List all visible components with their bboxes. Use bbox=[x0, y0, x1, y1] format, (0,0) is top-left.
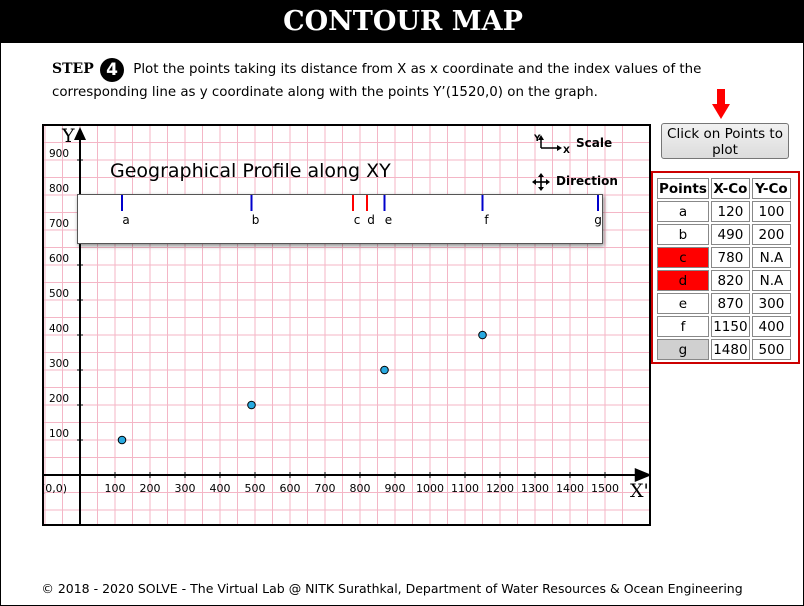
y-tick-label: 200 bbox=[49, 393, 69, 405]
x-coordinate-cell: 120 bbox=[710, 201, 750, 222]
profile-title: Geographical Profile along XY bbox=[110, 160, 391, 182]
y-tick-label: 400 bbox=[49, 323, 69, 335]
page-frame: CONTOUR MAP STEP 4 Plot the points takin… bbox=[0, 0, 804, 606]
y-tick-label: 600 bbox=[49, 253, 69, 265]
x-tick-label: 1200 bbox=[486, 482, 514, 495]
y-coordinate-cell: N.A bbox=[751, 270, 791, 291]
profile-mark-label: e bbox=[385, 213, 392, 227]
x-coordinate-cell: 780 bbox=[710, 247, 750, 268]
point-cell[interactable]: c bbox=[657, 247, 709, 268]
point-cell[interactable]: a bbox=[657, 201, 709, 222]
table-row: d 820 N.A bbox=[657, 270, 791, 291]
point-cell[interactable]: b bbox=[657, 224, 709, 245]
profile-strip: a b cde f g bbox=[77, 194, 603, 244]
direction-label: Direction bbox=[556, 174, 618, 188]
profile-mark-label: g bbox=[594, 213, 602, 227]
x-axis-label: X' bbox=[630, 480, 649, 502]
profile-mark-label: c bbox=[354, 213, 361, 227]
instruction-body: Plot the points taking its distance from… bbox=[52, 62, 702, 100]
footer-copyright: © 2018 - 2020 SOLVE - The Virtual Lab @ … bbox=[41, 581, 743, 596]
y-coordinate-cell: 400 bbox=[751, 316, 791, 337]
y-coordinate-cell: 100 bbox=[751, 201, 791, 222]
column-header-points: Points bbox=[657, 178, 709, 199]
scale-label: Scale bbox=[576, 136, 613, 150]
x-tick-label: 400 bbox=[210, 482, 231, 495]
x-tick-label: 600 bbox=[280, 482, 301, 495]
point-cell[interactable]: g bbox=[657, 339, 709, 360]
table-row: f 1150 400 bbox=[657, 316, 791, 337]
y-tick-label: 100 bbox=[49, 428, 69, 440]
scale-y-label: Y bbox=[533, 134, 541, 144]
arrow-down-icon bbox=[712, 89, 730, 119]
x-tick-label: 1000 bbox=[416, 482, 444, 495]
x-tick-label: 1100 bbox=[451, 482, 479, 495]
graph-area[interactable]: 100 200 300 400 500 600 700 800 900 1000 1100 1200 1… bbox=[42, 124, 651, 526]
y-coordinate-cell: N.A bbox=[751, 247, 791, 268]
y-coordinate-cell: 500 bbox=[751, 339, 791, 360]
point-cell[interactable]: f bbox=[657, 316, 709, 337]
data-point bbox=[380, 365, 389, 375]
plot-points-button[interactable]: Click on Points to plot bbox=[661, 123, 789, 159]
y-axis-label: Y bbox=[61, 126, 75, 147]
y-tick-label: 800 bbox=[49, 183, 69, 195]
x-tick-label: 1400 bbox=[556, 482, 584, 495]
x-tick-label: 700 bbox=[315, 482, 336, 495]
data-point bbox=[247, 400, 256, 410]
instruction-text: STEP 4 Plot the points taking its distan… bbox=[52, 58, 752, 103]
profile-mark-label: a bbox=[122, 213, 129, 227]
coordinates-table-panel: Points X-Co Y-Co a 120 100 b 490 200 c 780 N.A d 8… bbox=[651, 171, 800, 364]
column-header-y: Y-Co bbox=[751, 178, 791, 199]
point-cell[interactable]: d bbox=[657, 270, 709, 291]
table-header-row: Points X-Co Y-Co bbox=[657, 178, 791, 199]
profile-mark-label: b bbox=[252, 213, 260, 227]
origin-label: (0,0) bbox=[44, 482, 67, 495]
table-row: g 1480 500 bbox=[657, 339, 791, 360]
x-tick-label: 800 bbox=[350, 482, 371, 495]
step-label: STEP bbox=[52, 61, 94, 77]
profile-mark-label: f bbox=[484, 213, 489, 227]
step-number-badge: 4 bbox=[100, 58, 124, 82]
y-axis-arrow bbox=[74, 127, 86, 140]
y-tick-label: 900 bbox=[49, 148, 69, 160]
x-tick-label: 200 bbox=[140, 482, 161, 495]
y-tick-label: 700 bbox=[49, 218, 69, 230]
y-tick-label: 300 bbox=[49, 358, 69, 370]
table-row: c 780 N.A bbox=[657, 247, 791, 268]
x-coordinate-cell: 490 bbox=[710, 224, 750, 245]
x-tick-label: 1500 bbox=[591, 482, 619, 495]
x-tick-label: 100 bbox=[105, 482, 126, 495]
page-title: CONTOUR MAP bbox=[1, 1, 804, 43]
y-coordinate-cell: 300 bbox=[751, 293, 791, 314]
data-point bbox=[117, 435, 127, 445]
table-row: b 490 200 bbox=[657, 224, 791, 245]
x-coordinate-cell: 820 bbox=[710, 270, 750, 291]
scale-x-label: X bbox=[563, 146, 570, 156]
x-tick-label: 500 bbox=[245, 482, 266, 495]
x-tick-label: 300 bbox=[175, 482, 196, 495]
profile-mark-label: d bbox=[367, 213, 375, 227]
coordinates-table: Points X-Co Y-Co a 120 100 b 490 200 c 780 N.A d 8… bbox=[655, 176, 793, 362]
y-coordinate-cell: 200 bbox=[751, 224, 791, 245]
x-coordinate-cell: 1150 bbox=[710, 316, 750, 337]
table-row: e 870 300 bbox=[657, 293, 791, 314]
table-row: a 120 100 bbox=[657, 201, 791, 222]
x-tick-label: 900 bbox=[385, 482, 406, 495]
x-coordinate-cell: 870 bbox=[710, 293, 750, 314]
y-tick-label: 500 bbox=[49, 288, 69, 300]
point-cell[interactable]: e bbox=[657, 293, 709, 314]
data-point bbox=[478, 330, 487, 340]
column-header-x: X-Co bbox=[710, 178, 750, 199]
x-tick-label: 1300 bbox=[521, 482, 549, 495]
x-coordinate-cell: 1480 bbox=[710, 339, 750, 360]
profile-strip-canvas: a b cde f g bbox=[121, 195, 602, 227]
